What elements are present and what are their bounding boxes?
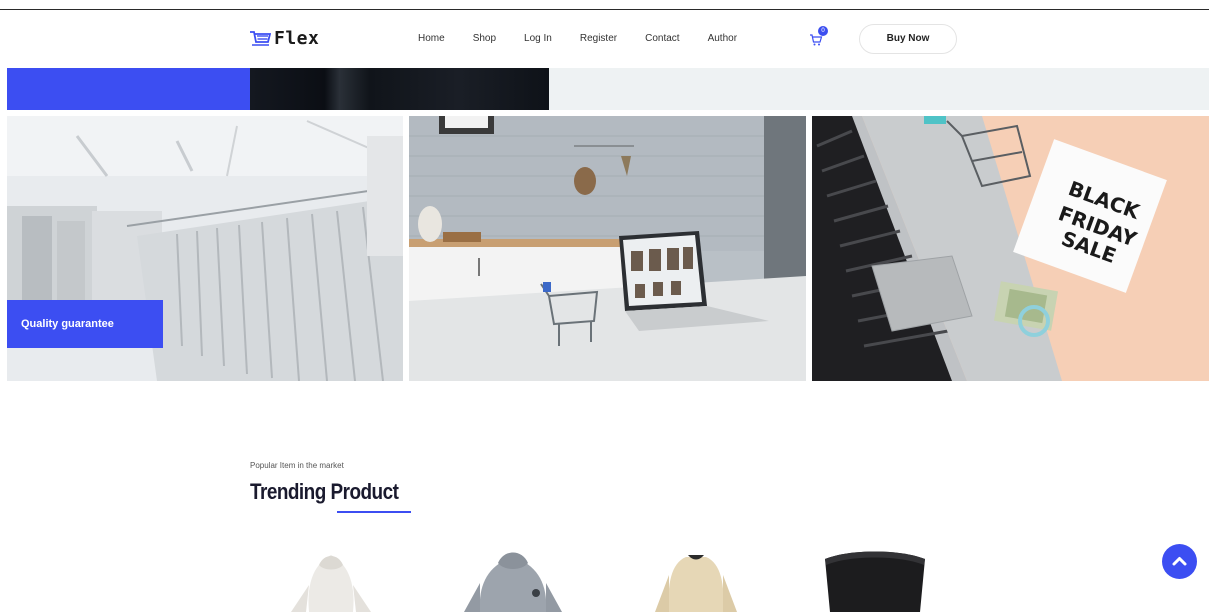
banner-clothing-store[interactable]: Quality guarantee [7, 116, 403, 381]
product-white-hoodie[interactable] [276, 545, 386, 612]
chevron-up-icon [1172, 557, 1187, 566]
product-grey-hoodie[interactable] [458, 545, 568, 612]
site-header: Flex Home Shop Log In Register Contact A… [0, 10, 1209, 67]
cart-button[interactable]: 0 [809, 26, 828, 46]
section-subtitle: Popular Item in the market [250, 461, 344, 470]
black-friday-image: BLACK FRIDAY SALE [812, 116, 1209, 381]
cart-count-badge: 0 [818, 26, 828, 36]
product-black-skirt[interactable] [820, 545, 930, 612]
main-nav: Home Shop Log In Register Contact Author [418, 33, 765, 44]
grey-hoodie-image [464, 552, 562, 612]
beige-sweater-image [655, 555, 737, 612]
brand-name: Flex [274, 28, 320, 49]
banner-laptop-shopping[interactable] [409, 116, 806, 381]
nav-contact[interactable]: Contact [645, 33, 679, 44]
nav-register[interactable]: Register [580, 33, 617, 44]
laptop-shopping-image [409, 116, 806, 381]
product-beige-sweater[interactable] [641, 545, 751, 612]
quality-guarantee-label: Quality guarantee [7, 300, 163, 348]
scroll-to-top-button[interactable] [1162, 544, 1197, 579]
title-underline [337, 511, 411, 513]
white-hoodie-image [291, 555, 371, 612]
section-title: Trending Product [250, 479, 399, 504]
brand-logo[interactable]: Flex [249, 28, 319, 49]
hero-strip-image [250, 68, 549, 110]
hero-strip-accent [7, 68, 250, 110]
banner-black-friday[interactable]: BLACK FRIDAY SALE [812, 116, 1209, 381]
hero-strip-background [549, 68, 1209, 110]
nav-login[interactable]: Log In [524, 33, 552, 44]
nav-home[interactable]: Home [418, 33, 445, 44]
nav-shop[interactable]: Shop [473, 33, 496, 44]
cart-logo-icon [250, 30, 271, 46]
black-skirt-image [825, 551, 925, 612]
buy-now-button[interactable]: Buy Now [859, 24, 957, 54]
nav-author[interactable]: Author [708, 33, 737, 44]
